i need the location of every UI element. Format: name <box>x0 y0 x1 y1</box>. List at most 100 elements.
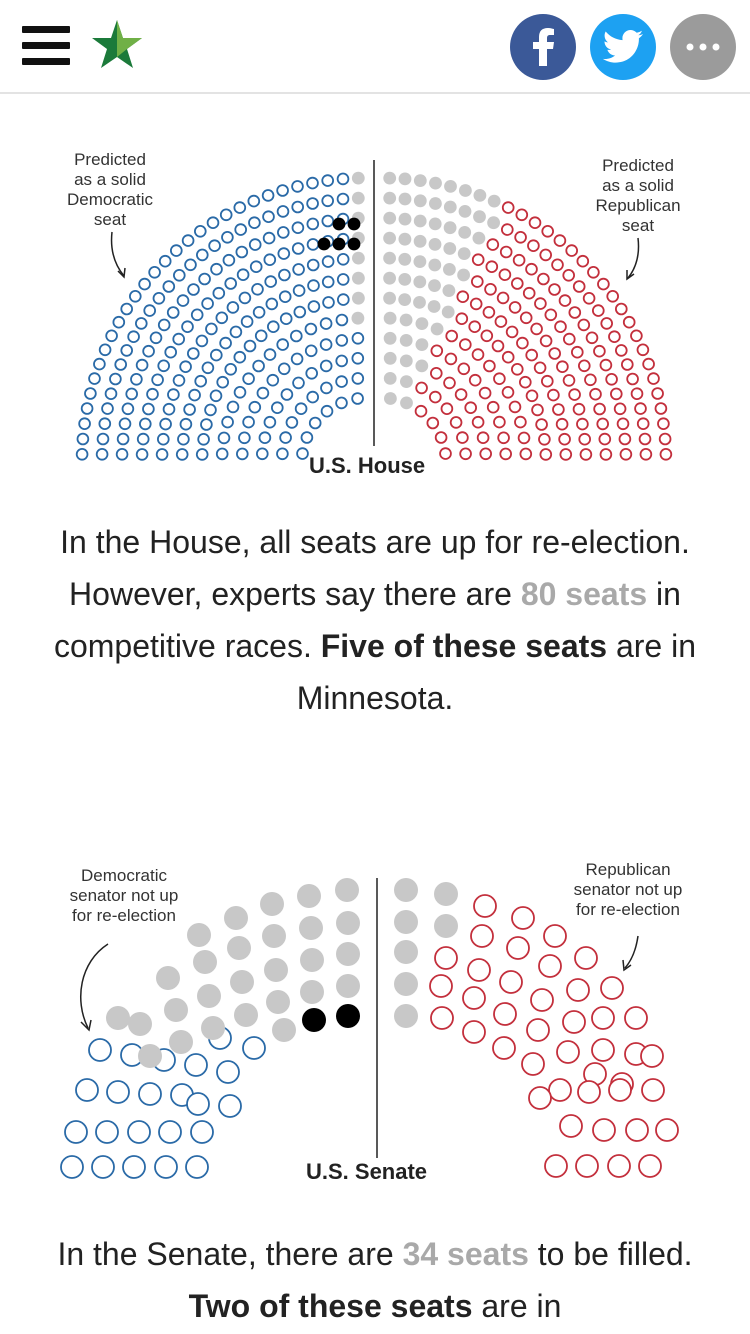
house-seat-republican <box>613 402 627 416</box>
house-seat-democratic <box>240 315 254 328</box>
house-seat-republican <box>454 388 468 401</box>
house-seat-republican <box>570 345 584 359</box>
senate-seat-democratic <box>138 1082 162 1106</box>
house-seat-democratic <box>197 432 210 446</box>
house-seat-republican <box>449 416 463 429</box>
hamburger-menu-icon[interactable] <box>22 26 70 66</box>
house-seat-democratic <box>78 417 91 431</box>
house-seat-republican <box>498 268 512 281</box>
house-seat-competitive <box>457 268 470 282</box>
house-seat-republican <box>464 401 478 415</box>
house-seat-republican <box>440 402 454 416</box>
house-seat-republican <box>537 272 550 286</box>
house-seat-republican <box>471 348 485 361</box>
senate-seat-republican <box>575 1154 599 1178</box>
house-seat-republican <box>478 386 492 400</box>
house-seat-competitive <box>472 231 486 245</box>
house-seat-democratic <box>236 447 249 461</box>
house-seat-competitive <box>442 284 456 297</box>
house-seat-republican <box>547 388 560 402</box>
house-seat-republican <box>517 431 531 445</box>
house-seat-democratic <box>135 317 148 330</box>
house-seat-democratic <box>229 325 243 339</box>
house-seat-republican <box>439 447 452 460</box>
house-seat-democratic <box>118 417 132 431</box>
house-seat-democratic <box>204 403 217 417</box>
senate-paragraph: In the Senate, there are 34 seats to be … <box>57 1236 693 1324</box>
house-seat-republican <box>599 448 613 461</box>
house-seat-competitive <box>383 351 397 365</box>
house-seat-democratic <box>258 431 272 445</box>
house-seat-democratic <box>292 376 305 390</box>
house-seat-republican <box>599 358 613 372</box>
house-seat-competitive <box>383 211 397 225</box>
house-seat-democratic <box>84 387 97 400</box>
senate-seat-up-for-election <box>299 916 323 940</box>
house-seat-democratic <box>321 275 335 289</box>
house-seat-republican <box>608 330 621 344</box>
house-seat-democratic <box>266 320 280 334</box>
house-seat-republican <box>552 403 565 416</box>
house-seat-democratic <box>351 332 365 345</box>
senate-seat-up-for-election <box>394 910 418 934</box>
house-seat-republican <box>482 306 496 319</box>
house-seat-democratic <box>157 359 171 373</box>
senate-seat-democratic <box>185 1155 209 1179</box>
senate-seat-republican <box>591 1006 615 1030</box>
house-left-arrow <box>110 231 125 277</box>
house-seat-republican <box>528 216 542 229</box>
more-share-button[interactable] <box>670 14 736 80</box>
house-seat-democratic <box>139 417 152 431</box>
senate-seat-republican <box>543 924 567 948</box>
house-seat-republican <box>429 367 443 380</box>
house-seat-democratic <box>276 205 290 218</box>
senate-seat-democratic <box>218 1094 242 1118</box>
house-seat-democratic <box>115 447 129 461</box>
house-seat-democratic <box>148 266 161 279</box>
house-seat-democratic <box>157 432 170 446</box>
house-seat-democratic <box>292 284 306 297</box>
senate-seat-up-for-election <box>272 1018 296 1042</box>
house-seat-democratic <box>173 269 186 282</box>
house-seat-democratic <box>335 354 349 368</box>
house-seat-democratic <box>249 260 263 273</box>
house-seat-democratic <box>293 305 307 319</box>
senate-seat-democratic <box>64 1120 88 1144</box>
house-seat-democratic <box>127 330 140 344</box>
house-seat-democratic <box>291 242 305 255</box>
house-seat-democratic <box>266 373 280 387</box>
senate-seat-up-for-election <box>336 911 360 935</box>
house-seat-republican <box>476 431 490 445</box>
house-seat-republican <box>458 338 472 351</box>
house-seat-republican <box>568 306 582 319</box>
senate-seat-up-for-election <box>156 966 180 990</box>
house-seat-democratic <box>308 416 322 430</box>
house-seat-democratic <box>276 184 289 197</box>
house-seat-democratic <box>175 448 189 461</box>
house-seat-democratic <box>248 400 262 414</box>
house-seat-democratic <box>222 253 236 267</box>
house-seat-democratic <box>296 447 309 460</box>
house-seat-democratic <box>290 352 304 366</box>
house-seat-democratic <box>277 362 291 376</box>
house-seat-republican <box>486 400 500 414</box>
house-seat-democratic <box>181 320 194 334</box>
house-seat-competitive <box>413 275 427 289</box>
house-seat-republican <box>443 376 456 390</box>
house-seat-republican <box>470 275 484 288</box>
house-seat-republican <box>597 277 610 291</box>
twitter-share-button[interactable] <box>590 14 656 80</box>
facebook-share-button[interactable] <box>510 14 576 80</box>
house-seat-republican <box>479 447 493 461</box>
house-seat-republican <box>426 416 440 430</box>
house-seat-democratic <box>243 339 257 353</box>
star-logo-icon[interactable] <box>88 16 146 74</box>
house-seat-democratic <box>320 381 333 395</box>
house-seat-democratic <box>152 292 166 305</box>
house-seat-competitive <box>413 296 426 309</box>
house-seat-competitive <box>398 273 412 286</box>
house-seat-democratic <box>212 286 226 300</box>
house-seat-democratic <box>351 372 365 385</box>
house-seat-democratic <box>215 311 229 325</box>
house-seat-republican <box>548 283 561 296</box>
